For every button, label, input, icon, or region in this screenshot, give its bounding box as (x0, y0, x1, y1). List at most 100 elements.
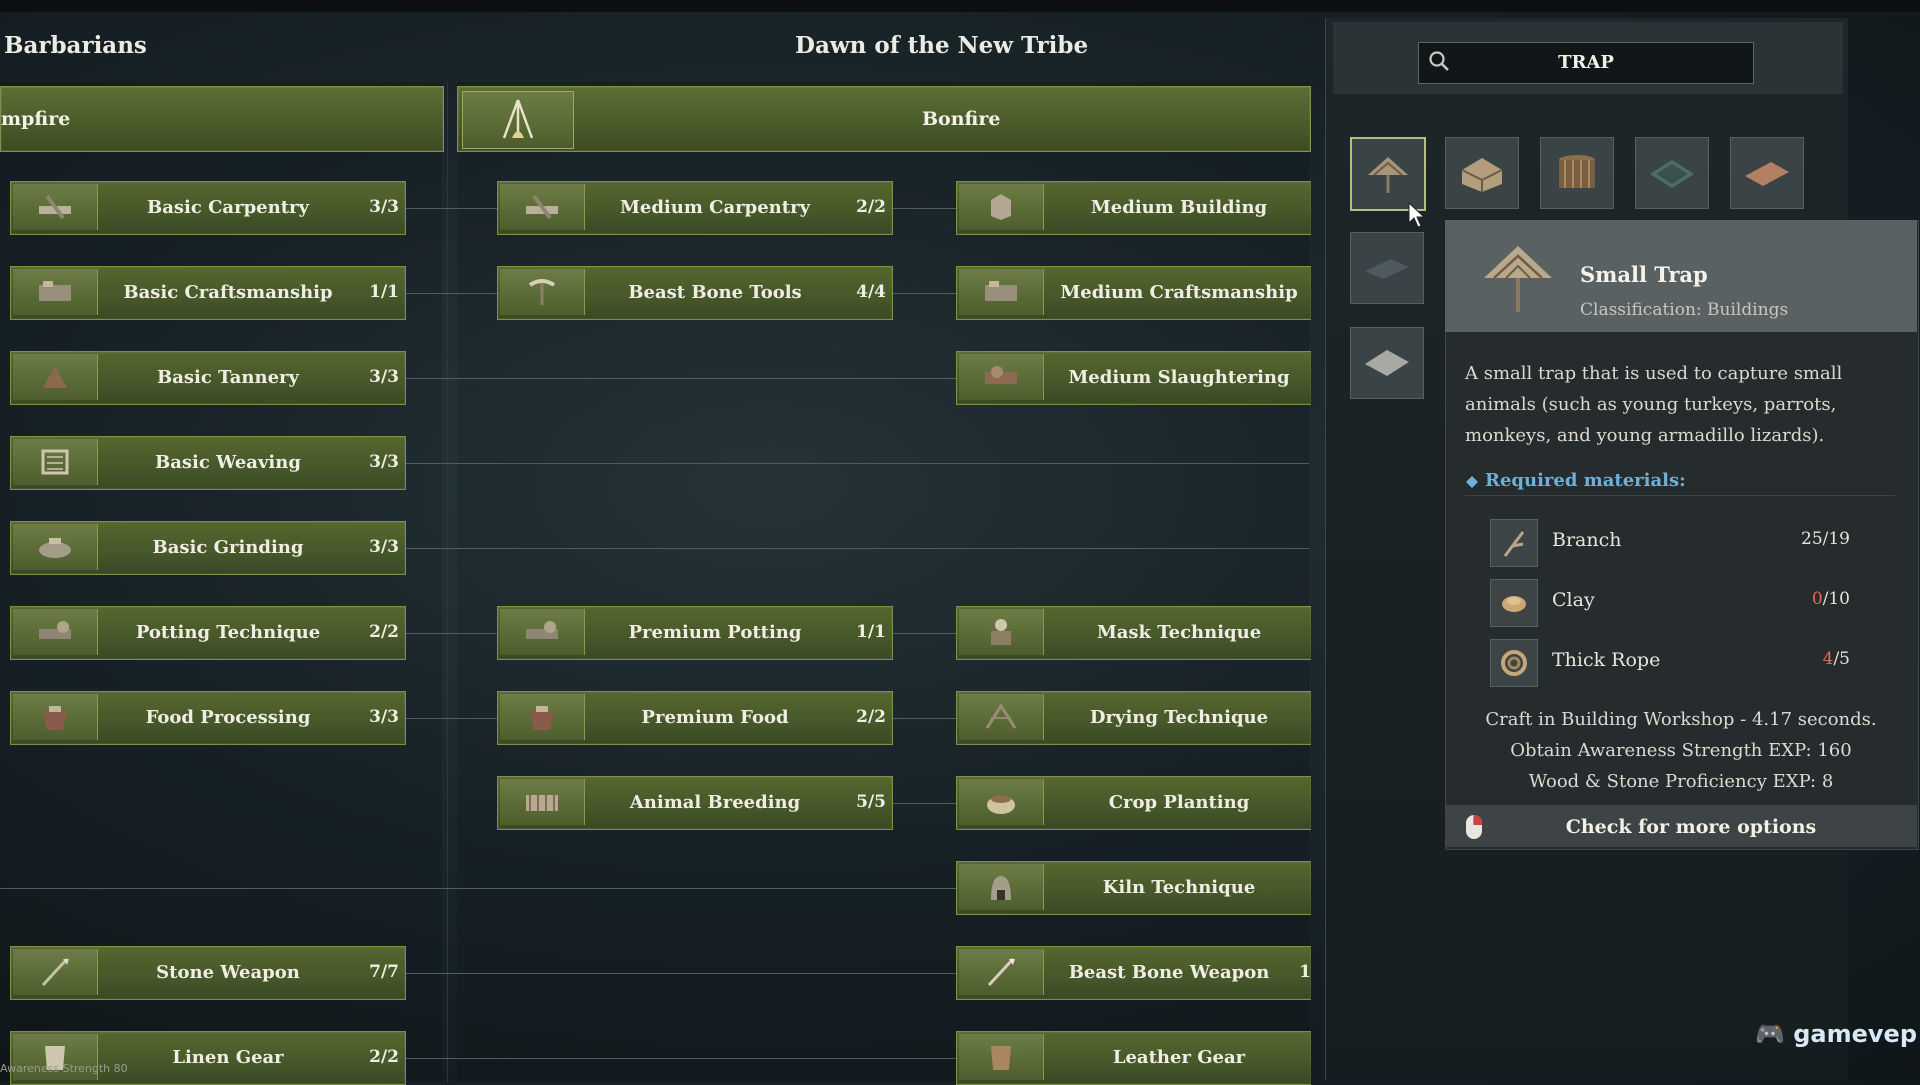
tech-node-mask-technique[interactable]: Mask Technique (956, 606, 1311, 660)
bonfire-icon (462, 91, 574, 149)
connector-line (405, 718, 497, 719)
tech-node-basic-craftsmanship[interactable]: Basic Craftsmanship 1/1 (10, 266, 406, 320)
kiln-icon (959, 864, 1044, 910)
tech-node-label: Food Processing (145, 707, 311, 728)
search-icon (1429, 51, 1449, 71)
bone-spear-icon (959, 949, 1044, 995)
result-trap-5[interactable] (1730, 137, 1804, 209)
tech-node-linen-gear[interactable]: Linen Gear 2/2 (10, 1031, 406, 1085)
tech-node-beast-bone-weapon[interactable]: Beast Bone Weapon 1 (956, 946, 1311, 1000)
material-row-branch: Branch 25/19 (1490, 515, 1850, 567)
mask-stand-icon (959, 609, 1044, 655)
tech-node-basic-weaving[interactable]: Basic Weaving 3/3 (10, 436, 406, 490)
result-trap-2[interactable] (1445, 137, 1519, 209)
tech-node-premium-potting[interactable]: Premium Potting 1/1 (497, 606, 893, 660)
tech-node-kiln-technique[interactable]: Kiln Technique (956, 861, 1311, 915)
tech-node-crop-planting[interactable]: Crop Planting (956, 776, 1311, 830)
connector-line (405, 548, 1309, 549)
stone-floor-trap-icon (1365, 350, 1409, 376)
check-more-options-button[interactable]: Check for more options (1445, 805, 1917, 847)
diamond-bullet-icon (1466, 476, 1478, 488)
tech-node-premium-food[interactable]: Premium Food 2/2 (497, 691, 893, 745)
connector-line (405, 378, 956, 379)
cooking-pot-icon (13, 694, 98, 740)
tech-node-medium-craftsmanship[interactable]: Medium Craftsmanship (956, 266, 1311, 320)
tech-node-basic-carpentry[interactable]: Basic Carpentry 3/3 (10, 181, 406, 235)
awareness-exp-line: Obtain Awareness Strength EXP: 160 (1510, 740, 1852, 761)
tech-node-count: 3/3 (369, 197, 399, 217)
tech-node-label: Beast Bone Weapon (1068, 962, 1270, 983)
workbench-icon (959, 269, 1044, 315)
proficiency-exp-line: Wood & Stone Proficiency EXP: 8 (1528, 771, 1834, 792)
tech-node-drying-technique[interactable]: Drying Technique (956, 691, 1311, 745)
material-name: Branch (1552, 529, 1622, 551)
tech-node-label: Premium Food (641, 707, 789, 728)
animal-pen-icon (500, 779, 585, 825)
tribe-title-left: Barbarians (4, 32, 147, 59)
tech-node-label: Medium Carpentry (619, 197, 811, 218)
tech-node-count: 3/3 (369, 707, 399, 727)
connector-line (890, 208, 956, 209)
campfire-header[interactable]: mpfire (0, 86, 444, 152)
tech-node-leather-gear[interactable]: Leather Gear (956, 1031, 1311, 1085)
bonfire-header-label: Bonfire (922, 108, 1001, 130)
tech-node-count: 5/5 (856, 792, 886, 812)
result-trap-3[interactable] (1540, 137, 1614, 209)
connector-line (890, 803, 956, 804)
tech-node-count: 3/3 (369, 367, 399, 387)
branch-icon (1490, 519, 1538, 567)
tech-node-label: Drying Technique (1089, 707, 1269, 728)
tooltip-description: A small trap that is used to capture sma… (1465, 363, 1843, 446)
tech-node-animal-breeding[interactable]: Animal Breeding 5/5 (497, 776, 893, 830)
tech-node-label: Medium Craftsmanship (1060, 282, 1298, 303)
bonfire-header[interactable]: Bonfire (457, 86, 1311, 152)
tech-node-label: Beast Bone Tools (628, 282, 802, 303)
cooking-pot-icon (500, 694, 585, 740)
tech-node-medium-carpentry[interactable]: Medium Carpentry 2/2 (497, 181, 893, 235)
tech-node-label: Basic Grinding (152, 537, 304, 558)
material-need: /10 (1822, 589, 1850, 609)
material-row-thick-rope: Thick Rope 4/5 (1490, 635, 1850, 687)
connector-line (890, 718, 956, 719)
hide-rack-icon (13, 354, 98, 400)
tech-node-potting-technique[interactable]: Potting Technique 2/2 (10, 606, 406, 660)
connector-line (405, 293, 497, 294)
stone-slab-trap-icon (1365, 259, 1409, 279)
search-input[interactable]: TRAP (1418, 42, 1754, 84)
result-trap-6[interactable] (1350, 232, 1424, 304)
tech-node-count: 2/2 (369, 1047, 399, 1067)
tech-node-label: Medium Slaughtering (1068, 367, 1290, 388)
material-name: Thick Rope (1552, 649, 1661, 671)
tech-node-food-processing[interactable]: Food Processing 3/3 (10, 691, 406, 745)
connector-line (405, 973, 956, 974)
loom-icon (13, 439, 98, 485)
connector-line (405, 208, 497, 209)
tech-node-beast-bone-tools[interactable]: Beast Bone Tools 4/4 (497, 266, 893, 320)
tech-node-basic-grinding[interactable]: Basic Grinding 3/3 (10, 521, 406, 575)
awareness-footer-text: Awareness Strength 80 (0, 1062, 128, 1075)
tech-node-medium-building[interactable]: Medium Building (956, 181, 1311, 235)
tech-node-label: Linen Gear (172, 1047, 284, 1068)
result-trap-4[interactable] (1635, 137, 1709, 209)
tech-node-label: Basic Craftsmanship (123, 282, 333, 303)
tech-node-basic-tannery[interactable]: Basic Tannery 3/3 (10, 351, 406, 405)
small-trap-icon (1484, 246, 1552, 312)
tech-node-medium-slaughtering[interactable]: Medium Slaughtering (956, 351, 1311, 405)
building-block-icon (959, 184, 1044, 230)
tech-node-count: 7/7 (369, 962, 399, 982)
result-trap-7[interactable] (1350, 327, 1424, 399)
tech-node-stone-weapon[interactable]: Stone Weapon 7/7 (10, 946, 406, 1000)
check-more-options-label: Check for more options (1565, 816, 1817, 838)
tech-node-count: 1/1 (856, 622, 886, 642)
tech-node-label: Mask Technique (1096, 622, 1262, 643)
tech-node-label: Basic Tannery (157, 367, 299, 388)
craft-info: Craft in Building Workshop - 4.17 second… (1445, 704, 1917, 797)
leather-armor-icon (959, 1034, 1044, 1080)
saw-icon (500, 184, 585, 230)
divider (1465, 495, 1895, 496)
result-small-trap[interactable] (1350, 137, 1426, 211)
connector-line (890, 633, 956, 634)
material-row-clay: Clay 0/10 (1490, 575, 1850, 627)
tech-node-count: 3/3 (369, 537, 399, 557)
saw-icon (13, 184, 98, 230)
